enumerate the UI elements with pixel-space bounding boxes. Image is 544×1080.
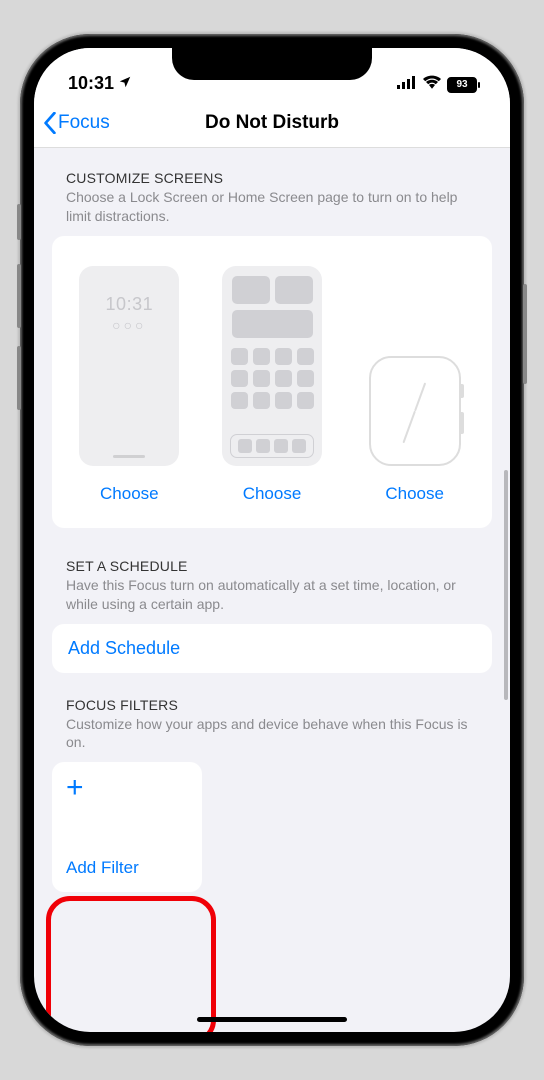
- phone-frame: 10:31 93 Focus: [20, 34, 524, 1046]
- lock-screen-preview[interactable]: 10:31 ○○○: [79, 266, 179, 466]
- choose-home-screen[interactable]: Choose: [243, 484, 302, 504]
- notch: [172, 48, 372, 80]
- home-screen-preview[interactable]: [222, 266, 322, 466]
- add-schedule-button[interactable]: Add Schedule: [52, 624, 492, 673]
- add-filter-label: Add Filter: [66, 858, 188, 878]
- customize-screens-card: 10:31 ○○○ Choose: [52, 236, 492, 528]
- add-filter-button[interactable]: + Add Filter: [52, 762, 202, 892]
- chevron-left-icon: [42, 112, 58, 134]
- back-label: Focus: [58, 112, 110, 134]
- choose-lock-screen[interactable]: Choose: [100, 484, 159, 504]
- status-time: 10:31: [68, 73, 114, 94]
- scroll-indicator: [504, 470, 508, 700]
- home-indicator-mini: [113, 455, 145, 458]
- nav-bar: Focus Do Not Disturb: [34, 98, 510, 148]
- schedule-heading: SET A SCHEDULE: [52, 558, 492, 574]
- lock-time: 10:31: [106, 294, 154, 315]
- watch-face-preview[interactable]: [369, 356, 461, 466]
- customize-desc: Choose a Lock Screen or Home Screen page…: [52, 188, 492, 226]
- plus-icon: +: [66, 776, 188, 800]
- page-title: Do Not Disturb: [205, 112, 339, 134]
- schedule-desc: Have this Focus turn on automatically at…: [52, 576, 492, 614]
- wifi-icon: [423, 75, 441, 94]
- home-indicator[interactable]: [197, 1017, 347, 1022]
- content-scroll[interactable]: CUSTOMIZE SCREENS Choose a Lock Screen o…: [34, 148, 510, 1032]
- battery-level: 93: [456, 79, 467, 90]
- volume-down: [17, 346, 21, 410]
- choose-watch-face[interactable]: Choose: [385, 484, 444, 504]
- lock-dots: ○○○: [112, 317, 146, 333]
- battery-icon: 93: [447, 77, 480, 93]
- back-button[interactable]: Focus: [42, 112, 110, 134]
- location-icon: [118, 73, 132, 94]
- filters-heading: FOCUS FILTERS: [52, 697, 492, 713]
- side-button: [523, 284, 527, 384]
- filters-desc: Customize how your apps and device behav…: [52, 715, 492, 753]
- add-schedule-label: Add Schedule: [68, 638, 180, 658]
- volume-up: [17, 264, 21, 328]
- mute-switch: [17, 204, 21, 240]
- cellular-icon: [397, 76, 417, 94]
- customize-heading: CUSTOMIZE SCREENS: [52, 170, 492, 186]
